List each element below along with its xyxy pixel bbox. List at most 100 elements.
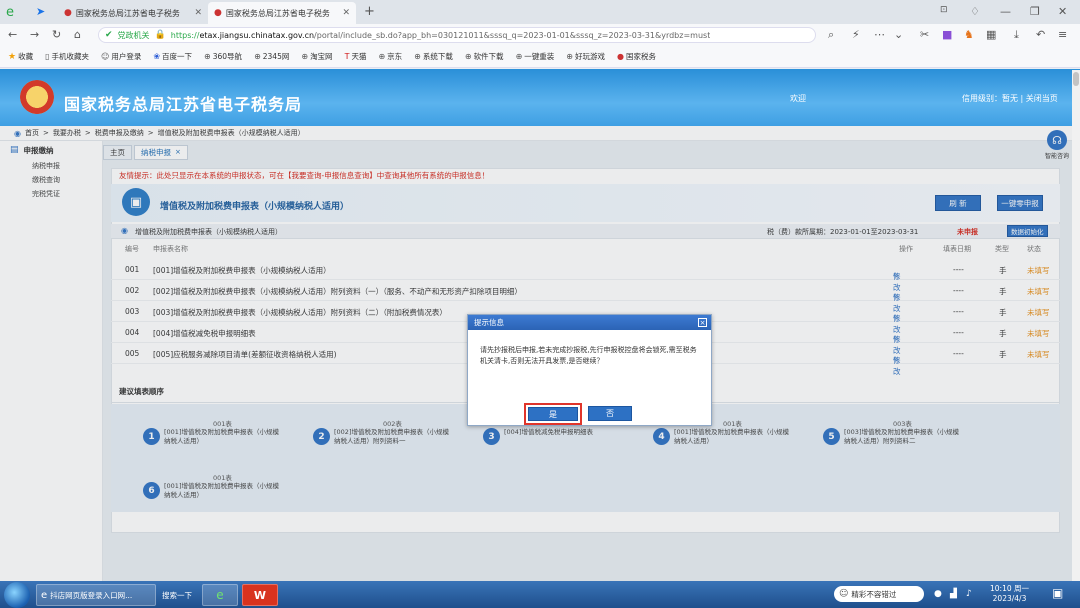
bookmark-item[interactable]: ☺ 用户登录 — [101, 51, 141, 62]
bookmark-item[interactable]: ⊕ 一键重装 — [516, 51, 555, 62]
browser-logo-icon[interactable]: e — [6, 5, 14, 20]
globe-icon: ⊕ — [515, 52, 523, 61]
welcome-text: 欢迎 — [790, 94, 806, 103]
more-icon[interactable]: ⋯ — [874, 28, 885, 41]
minimize-icon[interactable]: — — [1000, 5, 1011, 18]
news-widget[interactable]: ☺ 精彩不容错过 — [834, 586, 924, 602]
browser-tab-bar: e ➤ ● 国家税务总局江苏省电子税务 ✕ ● 国家税务总局江苏省电子税务 ✕ … — [0, 0, 1080, 24]
screen: e ➤ ● 国家税务总局江苏省电子税务 ✕ ● 国家税务总局江苏省电子税务 ✕ … — [0, 0, 1080, 608]
no-button[interactable]: 否 — [588, 406, 632, 421]
address-bar: ← → ↻ ⌂ ✔ 党政机关 🔒 https://etax.jiangsu.ch… — [0, 24, 1080, 46]
download-icon[interactable]: ⤓ — [1014, 28, 1019, 42]
home-icon[interactable]: ⌂ — [74, 28, 81, 41]
confirm-dialog: 提示信息 × 请先抄报税后申报,若未完成抄报税,先行申报税控盘将会锁死,需至税务… — [467, 314, 712, 426]
restore-icon[interactable]: ❐ — [1030, 5, 1040, 18]
menu-icon[interactable]: ≡ — [1058, 28, 1067, 41]
scrollbar-thumb[interactable] — [1073, 72, 1079, 86]
globe-icon: ⊕ — [204, 52, 211, 61]
tmall-icon: T — [344, 52, 350, 61]
tab-title: 国家税务总局江苏省电子税务 — [75, 8, 180, 18]
tax-favicon-icon: ● — [616, 52, 624, 61]
reload-icon[interactable]: ↻ — [52, 28, 61, 41]
globe-icon: ⊕ — [301, 52, 309, 61]
notification-icon[interactable]: ▣ — [1052, 586, 1063, 600]
tax-favicon-icon: ● — [64, 8, 72, 18]
url-path: /portal/include_sb.do?app_bh=030121011&s… — [314, 30, 711, 40]
taskbar-clock[interactable]: 10:10 周一 2023/4/3 — [990, 584, 1029, 604]
phone-icon: ▯ — [45, 52, 50, 61]
bookmark-item[interactable]: ⊕ 2345网 — [254, 51, 289, 62]
close-icon[interactable]: × — [698, 318, 707, 327]
bookmark-item[interactable]: ★ 收藏 — [8, 51, 33, 62]
bookmark-item[interactable]: ⊕ 软件下载 — [465, 51, 504, 62]
bookmark-item[interactable]: ⊕ 淘宝网 — [301, 51, 332, 62]
ie-icon: e — [41, 589, 48, 601]
bookmark-item[interactable]: ⊕ 好玩游戏 — [566, 51, 605, 62]
globe-icon: ⊕ — [414, 52, 421, 61]
page-scrollbar[interactable] — [1072, 70, 1080, 581]
game-icon[interactable]: ♞ — [964, 28, 974, 41]
bookmark-item[interactable]: T 天猫 — [345, 51, 367, 62]
close-icon[interactable]: ✕ — [194, 8, 202, 18]
browser-logo-icon: e — [216, 588, 224, 602]
window-close-icon[interactable]: ✕ — [1058, 5, 1067, 18]
tab-title: 国家税务总局江苏省电子税务 — [225, 8, 330, 18]
telegram-icon[interactable]: ➤ — [36, 5, 45, 18]
forward-icon[interactable]: → — [30, 28, 39, 41]
security-label: 党政机关 — [117, 30, 150, 40]
bookmark-item[interactable]: ● 国家税务 — [617, 51, 656, 62]
star-icon: ★ — [8, 51, 17, 62]
shirt-icon[interactable]: ♢ — [970, 5, 980, 18]
bookmark-item[interactable]: ⊕ 360导航 — [204, 51, 242, 62]
new-tab-icon[interactable]: + — [364, 4, 375, 19]
browser-tab-1[interactable]: ● 国家税务总局江苏省电子税务 ✕ — [58, 2, 208, 24]
bookmarks-bar: ★ 收藏 ▯ 手机收藏夹 ☺ 用户登录 ❀ 百度一下 ⊕ 360导航 ⊕ 2345网 ⊕ 淘宝… — [0, 46, 1080, 68]
clock-time: 10:10 周一 — [990, 584, 1029, 593]
clock-date: 2023/4/3 — [992, 594, 1027, 603]
search-icon[interactable]: ⌕ — [828, 28, 834, 42]
yes-button[interactable]: 是 — [528, 407, 578, 421]
taskbar-wps-item[interactable]: W — [242, 584, 278, 606]
taskbar-360-item[interactable]: e — [202, 584, 238, 606]
tab-count-icon[interactable]: ⊡ — [940, 5, 948, 15]
dialog-message: 请先抄报税后申报,若未完成抄报税,先行申报税控盘将会锁死,需至税务机关清卡,否则… — [480, 346, 697, 365]
taskbar-search[interactable]: 搜索一下 — [158, 584, 198, 606]
chevron-down-icon[interactable]: ⌄ — [894, 28, 903, 41]
dialog-title-bar: 提示信息 — [468, 315, 711, 330]
yes-button-highlight: 是 — [524, 403, 582, 425]
tax-emblem-icon — [20, 80, 54, 114]
extension-icon[interactable]: ■ — [942, 28, 952, 41]
url-scheme: https:// — [170, 30, 200, 40]
cut-icon[interactable]: ✂ — [920, 28, 929, 41]
start-button[interactable] — [4, 582, 30, 608]
globe-icon: ⊕ — [566, 52, 573, 61]
site-title: 国家税务总局江苏省电子税务局 — [64, 95, 303, 114]
url-field[interactable]: ✔ 党政机关 🔒 https://etax.jiangsu.chinatax.g… — [98, 27, 816, 43]
taskbar-browser-item[interactable]: e 抖店网页版登录入口网... — [36, 584, 156, 606]
user-info-links[interactable]: 信用级别：暂无 | 关闭当页 — [962, 93, 1058, 104]
wps-icon: W — [253, 588, 267, 602]
dialog-title: 提示信息 — [474, 318, 504, 327]
bookmark-item[interactable]: ❀ 百度一下 — [153, 51, 192, 62]
bookmark-item[interactable]: ⊕ 系统下载 — [414, 51, 453, 62]
network-icon[interactable]: ▟ — [950, 589, 957, 599]
bookmark-item[interactable]: ⊕ 京东 — [378, 51, 402, 62]
volume-icon[interactable]: ♪ — [966, 589, 972, 599]
globe-icon: ⊕ — [254, 52, 261, 61]
close-icon[interactable]: ✕ — [342, 8, 350, 18]
bookmark-item[interactable]: ▯ 手机收藏夹 — [45, 51, 89, 62]
globe-icon: ⊕ — [464, 52, 472, 61]
tax-favicon-icon: ● — [214, 8, 222, 18]
lock-icon: 🔒 — [154, 30, 166, 40]
apps-icon[interactable]: ▦ — [986, 28, 996, 41]
back-icon[interactable]: ← — [8, 28, 17, 41]
flash-icon[interactable]: ⚡ — [852, 28, 860, 41]
url-host: etax.jiangsu.chinatax.gov.cn — [199, 30, 315, 40]
browser-tab-2[interactable]: ● 国家税务总局江苏省电子税务 ✕ — [208, 2, 356, 24]
shield-icon: ✔ — [105, 30, 113, 40]
baidu-icon: ❀ — [153, 52, 161, 61]
user-icon: ☺ — [100, 52, 110, 61]
globe-icon: ⊕ — [378, 52, 386, 61]
undo-icon[interactable]: ↶ — [1036, 28, 1045, 41]
tray-icon[interactable]: ● — [934, 589, 942, 599]
